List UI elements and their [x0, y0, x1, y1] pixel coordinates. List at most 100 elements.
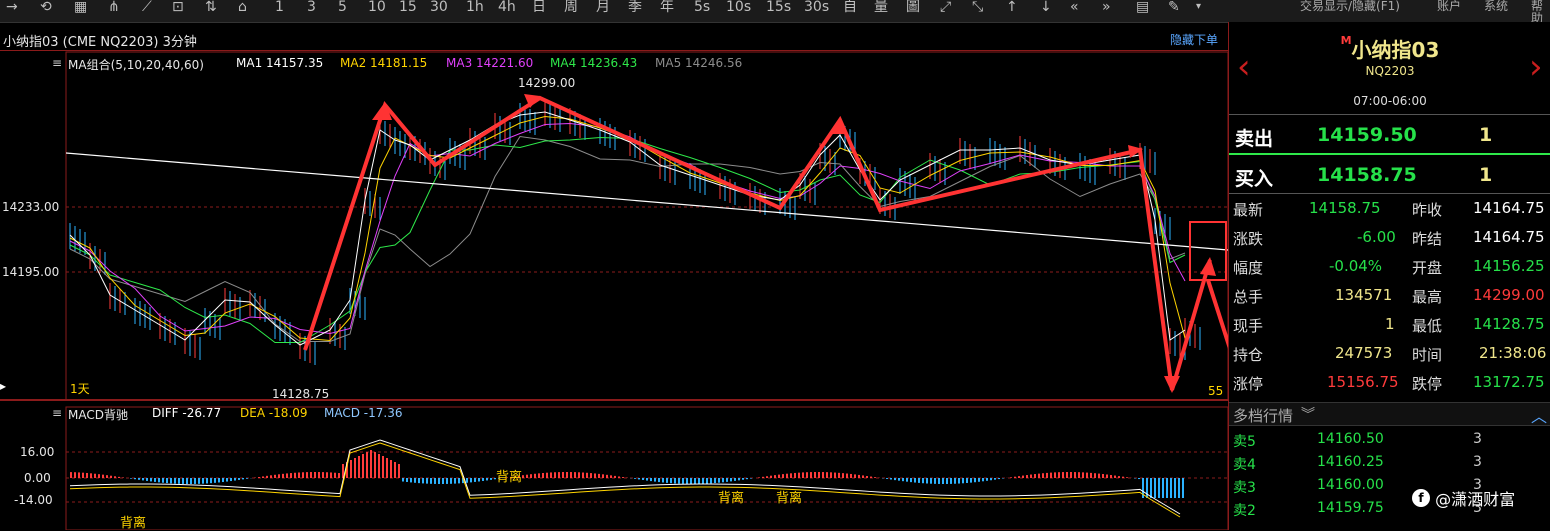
period-day[interactable]: 日 [532, 0, 546, 16]
macd-bar [262, 476, 264, 478]
depth-header[interactable]: 多档行情 ︾ ︿ [1229, 402, 1550, 426]
tool-box-icon[interactable]: ⊡ [172, 0, 184, 16]
tool-chart[interactable]: 圖 [906, 0, 920, 16]
macd-bar [218, 478, 220, 482]
period-1m[interactable]: 1 [275, 0, 284, 16]
period-4h[interactable]: 4h [498, 0, 516, 16]
period-10s[interactable]: 10s [726, 0, 751, 16]
period-15m[interactable]: 15 [399, 0, 417, 16]
tool-line-icon[interactable]: ⟋ [142, 0, 152, 16]
collapse-icon[interactable]: ⤡ [972, 0, 983, 16]
macd-bar [758, 477, 760, 478]
tool-home-icon[interactable]: ⌂ [238, 0, 247, 16]
stat-key: 涨跌 [1233, 228, 1263, 249]
hide-order-link[interactable]: 隐藏下单 [1170, 31, 1218, 48]
macd-bar [422, 478, 424, 483]
macd-bar [722, 478, 724, 482]
macd-bar [658, 478, 660, 482]
tool-refresh-icon[interactable]: ⟲ [40, 0, 52, 16]
macd-bar [178, 478, 180, 484]
table-icon[interactable]: ▤ [1136, 0, 1149, 16]
ma-menu-icon[interactable]: ≡ [52, 56, 62, 70]
period-3m[interactable]: 3 [307, 0, 316, 16]
macd-bar [1138, 478, 1140, 479]
macd-bar [90, 473, 92, 478]
period-30s[interactable]: 30s [804, 0, 829, 16]
period-30m[interactable]: 30 [430, 0, 448, 16]
menu-account[interactable]: 账户 [1437, 0, 1461, 12]
macd-bar [570, 472, 572, 478]
macd-bar [378, 454, 380, 478]
depth-row[interactable]: 卖4 14160.25 3 [1229, 451, 1550, 473]
macd-bar [1150, 478, 1152, 498]
macd-bar [938, 478, 940, 484]
stat-row: 最新 14158.75 昨收 14164.75 [1229, 194, 1550, 222]
macd-bar [1118, 476, 1120, 478]
period-5m[interactable]: 5 [338, 0, 347, 16]
macd-bar [806, 472, 808, 478]
depth-row[interactable]: 卖5 14160.50 3 [1229, 428, 1550, 450]
tool-auto[interactable]: 自 [843, 0, 857, 16]
zigzag-arrow [305, 98, 1172, 390]
chevron-down-icon[interactable]: ▾ [1196, 0, 1201, 16]
stat-value: 247573 [1335, 344, 1392, 362]
ma4-value: MA4 14236.43 [550, 56, 637, 70]
ma1-value: MA1 14157.35 [236, 56, 323, 70]
period-quarter[interactable]: 季 [628, 0, 642, 16]
macd-bar [334, 473, 336, 478]
macd-bar [874, 477, 876, 478]
pen-icon[interactable]: ✎ [1168, 0, 1180, 16]
macd-bar [926, 478, 928, 483]
chevron-up-icon[interactable]: ︿ [1531, 403, 1547, 427]
tool-arrow-icon[interactable]: → [6, 0, 18, 16]
macd-bar [1062, 472, 1064, 478]
tool-swap-icon[interactable]: ⇅ [205, 0, 217, 16]
macd-bar [906, 478, 908, 482]
stat-key: 时间 [1412, 344, 1442, 365]
tool-fork-icon[interactable]: ⋔ [108, 0, 120, 16]
period-month[interactable]: 月 [596, 0, 610, 16]
macd-bar [438, 478, 440, 484]
scroll-right-icon[interactable]: » [1102, 0, 1111, 16]
macd-bar [482, 478, 484, 481]
macd-bar [382, 456, 384, 478]
expand-icon[interactable]: ⤢ [940, 0, 951, 16]
period-10m[interactable]: 10 [368, 0, 386, 16]
divergence-label: 背离 [718, 487, 744, 506]
sell-row[interactable]: 卖出 14159.50 1 [1229, 116, 1550, 154]
menu-help[interactable]: 帮助 [1531, 0, 1550, 24]
buy-row[interactable]: 买入 14158.75 1 [1229, 156, 1550, 194]
macd-menu-icon[interactable]: ≡ [52, 406, 62, 420]
stat-key: 最低 [1412, 315, 1442, 336]
macd-bar [490, 478, 492, 480]
period-15s[interactable]: 15s [766, 0, 791, 16]
macd-bar [822, 472, 824, 478]
macd-bar [686, 478, 688, 484]
macd-bar [214, 478, 216, 483]
arrow-down-icon[interactable]: ↓ [1040, 0, 1052, 16]
macd-bar [690, 478, 692, 484]
period-1h[interactable]: 1h [466, 0, 484, 16]
macd-bar [1166, 478, 1168, 498]
period-week[interactable]: 周 [564, 0, 578, 16]
double-chevron-down-icon[interactable]: ︾ [1301, 404, 1315, 424]
scroll-left-icon[interactable]: « [1070, 0, 1079, 16]
stat-value: 14156.25 [1473, 257, 1545, 275]
macd-bar [762, 477, 764, 478]
macd-bar [162, 478, 164, 483]
period-5s[interactable]: 5s [694, 0, 710, 16]
tool-volume[interactable]: 量 [874, 0, 888, 16]
macd-bar [866, 476, 868, 478]
tool-grid-icon[interactable]: ▦ [74, 0, 87, 16]
menu-system[interactable]: 系统 [1484, 0, 1508, 12]
macd-y-label: 0.00 [24, 471, 51, 485]
arrow-up-icon[interactable]: ↑ [1006, 0, 1018, 16]
macd-bar [1054, 472, 1056, 478]
ma2-line [70, 117, 1185, 341]
period-year[interactable]: 年 [660, 0, 674, 16]
price-chart-area[interactable]: ≡ MA组合(5,10,20,40,60) MA1 14157.35 MA2 1… [0, 50, 1228, 530]
menu-show-hide[interactable]: 交易显示/隐藏(F1) [1300, 0, 1400, 12]
macd-bar [702, 478, 704, 484]
macd-bar [886, 478, 888, 479]
macd-bar [1170, 478, 1172, 498]
